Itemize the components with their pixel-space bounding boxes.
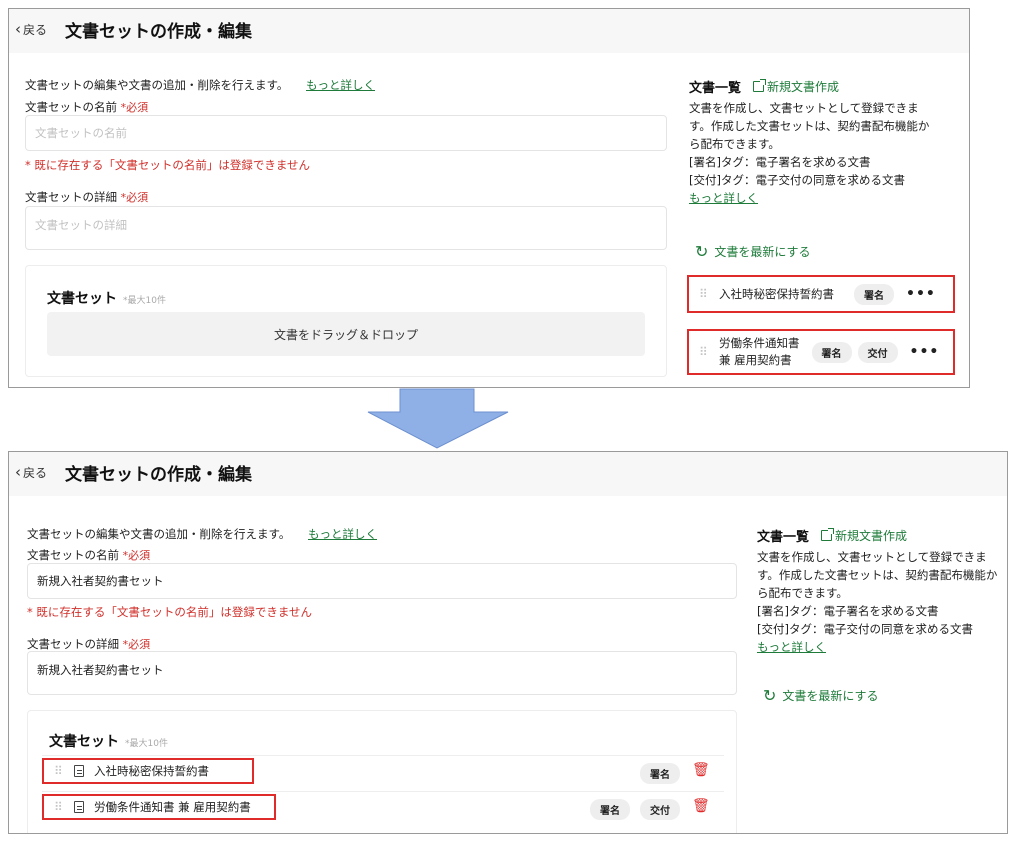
doc-list-item[interactable]: ⠿ 入社時秘密保持誓約書 署名 ••• <box>687 275 955 313</box>
external-link-icon <box>821 528 835 541</box>
docset-panel: 文書セット *最大10件 文書をドラッグ＆ドロップ <box>25 265 667 377</box>
docset-row[interactable]: ⠿ 労働条件通知書 兼 雇用契約書 署名 交付 🗑 <box>42 791 724 821</box>
drag-handle-icon[interactable]: ⠿ <box>699 288 711 300</box>
more-details-link[interactable]: もっと詳しく <box>308 527 377 541</box>
page-header: ‹ 戻る 文書セットの作成・編集 <box>9 452 1007 496</box>
intro-text: 文書セットの編集や文書の追加・削除を行えます。 もっと詳しく <box>27 527 378 541</box>
drag-handle-icon[interactable]: ⠿ <box>54 801 66 813</box>
refresh-documents-button[interactable]: ↻ 文書を最新にする <box>763 687 879 704</box>
external-link-icon <box>753 79 767 92</box>
trash-icon[interactable]: 🗑 <box>692 762 710 778</box>
document-icon <box>74 801 84 813</box>
chevron-left-icon: ‹ <box>15 463 21 481</box>
docset-panel: 文書セット *最大10件 ⠿ 入社時秘密保持誓約書 署名 🗑 ⠿ 労働条件通知書 … <box>27 710 737 833</box>
docset-max-note: *最大10件 <box>125 739 168 749</box>
required-mark: *必須 <box>120 101 149 114</box>
page-title: 文書セットの作成・編集 <box>65 465 252 485</box>
more-horizontal-icon[interactable]: ••• <box>910 344 940 360</box>
refresh-icon: ↻ <box>763 685 777 705</box>
name-error-text: * 既に存在する「文書セットの名前」は登録できません <box>25 158 311 172</box>
document-icon <box>74 765 84 777</box>
refresh-icon: ↻ <box>695 241 709 261</box>
down-arrow-icon <box>367 388 509 449</box>
back-button[interactable]: ‹ 戻る <box>15 21 47 38</box>
docset-row-highlight: ⠿ 入社時秘密保持誓約書 <box>42 758 254 784</box>
sidebar-more-details-link[interactable]: もっと詳しく <box>757 638 1007 656</box>
back-label: 戻る <box>23 466 48 480</box>
back-label: 戻る <box>23 23 48 37</box>
refresh-documents-button[interactable]: ↻ 文書を最新にする <box>695 243 811 260</box>
chevron-left-icon: ‹ <box>15 20 21 38</box>
trash-icon[interactable]: 🗑 <box>692 798 710 814</box>
tag-delivery-badge: 交付 <box>857 341 898 363</box>
docset-title: 文書セット *最大10件 <box>49 734 168 750</box>
tag-delivery-badge: 交付 <box>640 799 680 820</box>
new-document-link[interactable]: 新規文書作成 <box>821 527 907 544</box>
docset-dropzone[interactable]: 文書をドラッグ＆ドロップ <box>47 312 645 356</box>
doc-list-heading: 文書一覧 新規文書作成 <box>689 78 840 96</box>
doc-name: 労働条件通知書 兼 雇用契約書 <box>94 800 251 814</box>
doc-name: 入社時秘密保持誓約書 <box>719 287 834 301</box>
docset-row[interactable]: ⠿ 入社時秘密保持誓約書 署名 🗑 <box>42 755 724 785</box>
docset-title: 文書セット *最大10件 <box>47 291 166 307</box>
more-details-link[interactable]: もっと詳しく <box>306 78 375 92</box>
docset-row-highlight: ⠿ 労働条件通知書 兼 雇用契約書 <box>42 794 276 820</box>
doc-name: 労働条件通知書 兼 雇用契約書 <box>719 336 800 367</box>
new-document-link[interactable]: 新規文書作成 <box>753 78 839 95</box>
name-label: 文書セットの名前 *必須 <box>25 100 149 114</box>
name-error-text: * 既に存在する「文書セットの名前」は登録できません <box>27 605 313 619</box>
required-mark: *必須 <box>122 638 151 651</box>
tag-sign-badge: 署名 <box>640 763 680 784</box>
editor-before-panel: ‹ 戻る 文書セットの作成・編集 文書セットの編集や文書の追加・削除を行えます。… <box>8 8 970 388</box>
doc-list-heading: 文書一覧 新規文書作成 <box>757 527 908 545</box>
required-mark: *必須 <box>122 549 151 562</box>
tag-sign-badge: 署名 <box>854 283 894 305</box>
tag-sign-badge: 署名 <box>590 799 630 820</box>
doc-name: 入社時秘密保持誓約書 <box>94 764 209 778</box>
editor-after-panel: ‹ 戻る 文書セットの作成・編集 文書セットの編集や文書の追加・削除を行えます。… <box>8 451 1008 834</box>
doc-list-description: 文書を作成し、文書セットとして登録できま す。作成した文書セットは、契約書配布機… <box>757 548 1007 656</box>
detail-label: 文書セットの詳細 *必須 <box>25 190 149 204</box>
sidebar-more-details-link[interactable]: もっと詳しく <box>689 189 959 207</box>
docset-max-note: *最大10件 <box>123 296 166 306</box>
docset-detail-input[interactable]: 新規入社者契約書セット <box>27 651 737 695</box>
required-mark: *必須 <box>120 191 149 204</box>
drag-handle-icon[interactable]: ⠿ <box>54 765 66 777</box>
detail-label: 文書セットの詳細 *必須 <box>27 637 151 651</box>
tag-sign-badge: 署名 <box>811 341 852 363</box>
intro-text: 文書セットの編集や文書の追加・削除を行えます。 もっと詳しく <box>25 78 376 92</box>
back-button[interactable]: ‹ 戻る <box>15 464 47 481</box>
page-header: ‹ 戻る 文書セットの作成・編集 <box>9 9 969 53</box>
doc-list-item[interactable]: ⠿ 労働条件通知書 兼 雇用契約書 署名 交付 ••• <box>687 329 955 375</box>
doc-list-description: 文書を作成し、文書セットとして登録できま す。作成した文書セットは、契約書配布機… <box>689 99 959 207</box>
docset-detail-input[interactable]: 文書セットの詳細 <box>25 206 667 250</box>
page-title: 文書セットの作成・編集 <box>65 22 252 42</box>
docset-name-input[interactable]: 新規入社者契約書セット <box>27 563 737 599</box>
more-horizontal-icon[interactable]: ••• <box>906 286 936 302</box>
name-label: 文書セットの名前 *必須 <box>27 548 151 562</box>
drag-handle-icon[interactable]: ⠿ <box>699 346 711 358</box>
docset-name-input[interactable]: 文書セットの名前 <box>25 115 667 151</box>
